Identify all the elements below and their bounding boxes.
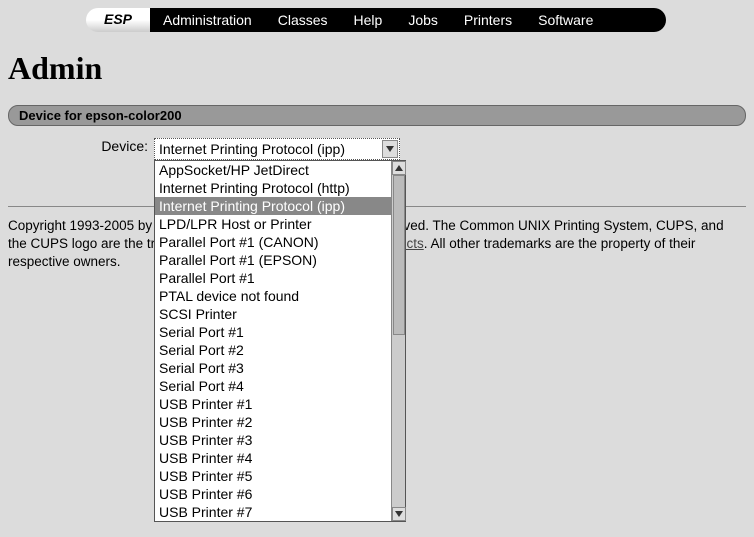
device-option[interactable]: USB Printer #3	[155, 431, 391, 449]
device-option[interactable]: USB Printer #5	[155, 467, 391, 485]
device-option[interactable]: Internet Printing Protocol (http)	[155, 179, 391, 197]
brand-logo[interactable]: ESP	[86, 8, 150, 32]
device-option[interactable]: PTAL device not found	[155, 287, 391, 305]
device-option[interactable]: Serial Port #4	[155, 377, 391, 395]
device-select[interactable]: Internet Printing Protocol (ipp)	[154, 138, 400, 160]
device-option[interactable]: Parallel Port #1	[155, 269, 391, 287]
device-label: Device:	[0, 138, 154, 160]
device-option[interactable]: Parallel Port #1 (EPSON)	[155, 251, 391, 269]
device-option[interactable]: Internet Printing Protocol (ipp)	[155, 197, 391, 215]
nav-item-help[interactable]: Help	[341, 12, 396, 28]
device-option[interactable]: Serial Port #2	[155, 341, 391, 359]
device-option[interactable]: AppSocket/HP JetDirect	[155, 161, 391, 179]
nav-items-container: AdministrationClassesHelpJobsPrintersSof…	[150, 8, 666, 32]
scroll-up-button[interactable]	[392, 161, 406, 175]
page-title: Admin	[8, 50, 754, 87]
nav-item-printers[interactable]: Printers	[451, 12, 525, 28]
device-dropdown: AppSocket/HP JetDirectInternet Printing …	[154, 160, 406, 522]
device-option[interactable]: USB Printer #6	[155, 485, 391, 503]
device-option[interactable]: USB Printer #1	[155, 395, 391, 413]
device-option[interactable]: Serial Port #3	[155, 359, 391, 377]
dropdown-arrow-icon[interactable]	[382, 140, 398, 158]
device-option[interactable]: SCSI Printer	[155, 305, 391, 323]
device-form-row: Device: Internet Printing Protocol (ipp)…	[0, 138, 754, 160]
device-option[interactable]: USB Printer #2	[155, 413, 391, 431]
device-select-value: Internet Printing Protocol (ipp)	[159, 141, 345, 157]
nav-item-software[interactable]: Software	[525, 12, 606, 28]
nav-item-classes[interactable]: Classes	[265, 12, 341, 28]
top-navbar: ESP AdministrationClassesHelpJobsPrinter…	[86, 8, 666, 32]
nav-item-jobs[interactable]: Jobs	[395, 12, 451, 28]
scroll-down-button[interactable]	[392, 507, 406, 521]
device-select-wrap: Internet Printing Protocol (ipp) AppSock…	[154, 138, 400, 160]
nav-item-administration[interactable]: Administration	[150, 12, 265, 28]
device-option[interactable]: USB Printer #4	[155, 449, 391, 467]
device-option[interactable]: Serial Port #1	[155, 323, 391, 341]
device-dropdown-list: AppSocket/HP JetDirectInternet Printing …	[155, 161, 391, 521]
device-option[interactable]: Parallel Port #1 (CANON)	[155, 233, 391, 251]
device-option[interactable]: LPD/LPR Host or Printer	[155, 215, 391, 233]
scroll-thumb[interactable]	[393, 175, 405, 335]
scrollbar[interactable]	[391, 161, 405, 521]
device-option[interactable]: USB Printer #7	[155, 503, 391, 521]
section-header: Device for epson-color200	[8, 105, 746, 126]
